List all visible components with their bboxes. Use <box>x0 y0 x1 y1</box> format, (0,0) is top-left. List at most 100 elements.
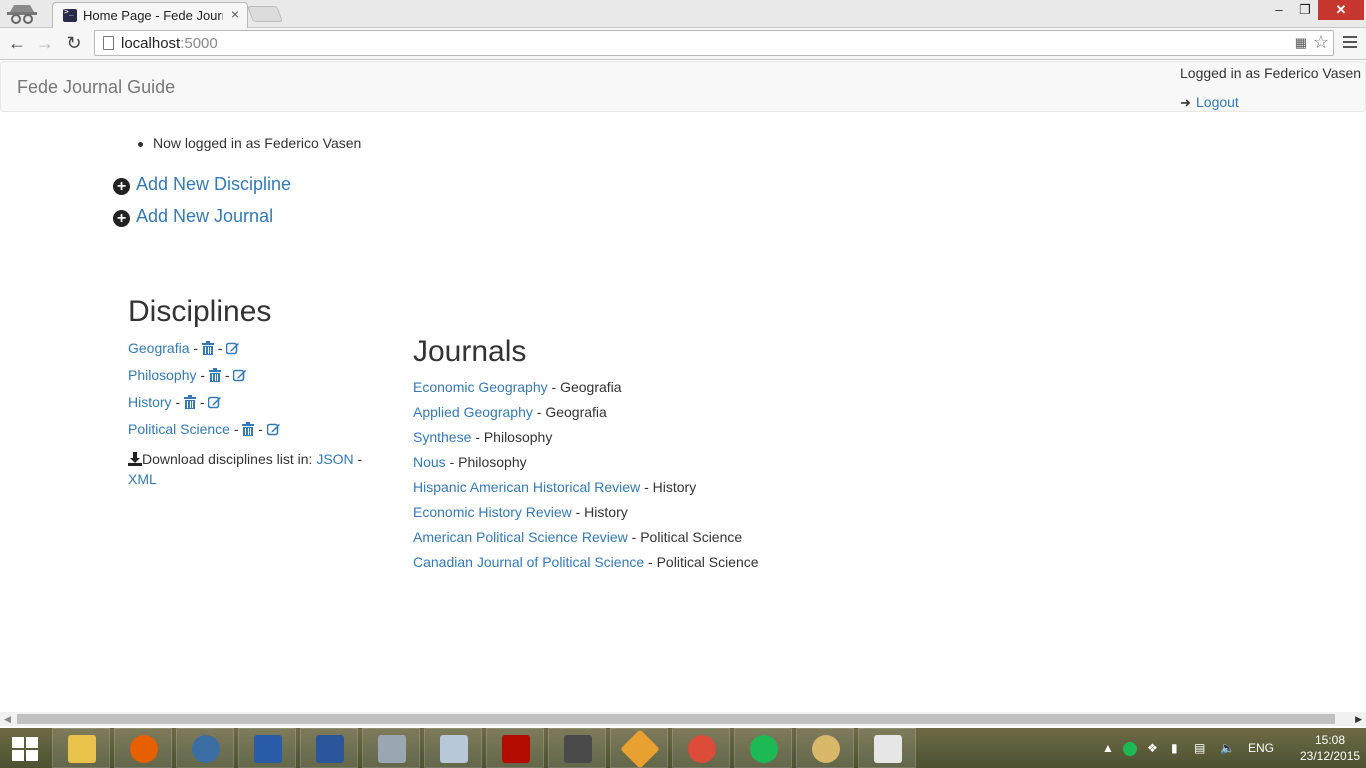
add-journal-label: Add New Journal <box>136 206 274 226</box>
file-explorer-icon[interactable] <box>52 728 110 768</box>
browser-tab-active[interactable]: Home Page - Fede Journal × <box>52 2 248 28</box>
journals-heading: Journals <box>413 335 527 368</box>
windows-taskbar: ▲ ❖ ▮ ▤ 🔈 ENG 15:08 23/12/2015 <box>0 728 1366 768</box>
download-icon <box>128 452 142 466</box>
journal-link[interactable]: Hispanic American Historical Review <box>413 479 640 495</box>
journal-link[interactable]: American Political Science Review <box>413 529 628 545</box>
writer-icon[interactable] <box>238 728 296 768</box>
edit-icon[interactable] <box>266 422 281 436</box>
bookmark-star-icon[interactable]: ☆ <box>1313 32 1329 53</box>
spotify-tray-icon[interactable] <box>1123 728 1137 768</box>
windows-start-icon[interactable] <box>12 737 38 761</box>
site-brand[interactable]: Fede Journal Guide <box>17 77 175 98</box>
maximize-button[interactable]: ❐ <box>1294 0 1316 20</box>
terminal-favicon-icon <box>63 9 77 22</box>
journal-link[interactable]: Applied Geography <box>413 404 533 420</box>
sync-tray-icon[interactable]: ❖ <box>1147 728 1158 768</box>
journal-link[interactable]: Canadian Journal of Political Science <box>413 554 644 570</box>
plus-circle-icon: + <box>113 210 130 227</box>
trash-icon[interactable] <box>184 395 197 409</box>
discipline-row: Philosophy - - <box>128 367 247 383</box>
clock-date: 23/12/2015 <box>1300 749 1361 763</box>
edit-icon[interactable] <box>208 395 222 409</box>
paint-icon[interactable] <box>796 728 854 768</box>
new-tab-button[interactable] <box>247 6 283 22</box>
discipline-link[interactable]: History <box>128 394 172 410</box>
flash-message: Now logged in as Federico Vasen <box>137 135 362 151</box>
journal-discipline: Political Science <box>656 554 759 570</box>
battery-icon[interactable]: ▮ <box>1171 728 1178 768</box>
edit-icon[interactable] <box>233 368 247 382</box>
url-text[interactable]: localhost:5000 <box>121 35 218 52</box>
firefox-icon[interactable] <box>114 728 172 768</box>
git-gui-icon[interactable] <box>610 728 668 768</box>
journal-row: Nous - Philosophy <box>413 454 527 470</box>
add-discipline-link[interactable]: + Add New Discipline <box>113 174 291 195</box>
translate-icon[interactable]: ▦ <box>1295 35 1307 51</box>
journal-discipline: Philosophy <box>483 429 553 445</box>
disciplines-heading: Disciplines <box>128 295 272 328</box>
journal-discipline: Geografia <box>545 404 607 420</box>
journal-row: Canadian Journal of Political Science - … <box>413 554 759 570</box>
trash-icon[interactable] <box>208 368 221 382</box>
edit-icon[interactable] <box>226 341 240 355</box>
browser-toolbar: ← → ↻ localhost:5000 ▦ ☆ <box>0 28 1366 60</box>
forward-arrow-icon[interactable]: → <box>33 31 57 55</box>
sublime-text-icon[interactable] <box>548 728 606 768</box>
journal-row: Economic Geography - Geografia <box>413 379 622 395</box>
journal-link[interactable]: Economic History Review <box>413 504 572 520</box>
discipline-link[interactable]: Philosophy <box>128 367 197 383</box>
taskbar-clock[interactable]: 15:08 23/12/2015 <box>1300 732 1360 764</box>
discipline-row: Political Science - - <box>128 421 281 437</box>
journal-link[interactable]: Nous <box>413 454 446 470</box>
spotify-icon[interactable] <box>734 728 792 768</box>
acrobat-icon[interactable] <box>486 728 544 768</box>
calculator-icon[interactable] <box>424 728 482 768</box>
journal-discipline: History <box>584 504 628 520</box>
close-window-button[interactable]: ✕ <box>1318 0 1364 20</box>
scrollbar-thumb[interactable] <box>17 714 1335 724</box>
browser-menu-icon[interactable] <box>1341 33 1359 53</box>
clock-time: 15:08 <box>1314 733 1346 747</box>
incognito-icon <box>7 5 37 24</box>
journal-row: Economic History Review - History <box>413 504 628 520</box>
journal-link[interactable]: Synthese <box>413 429 471 445</box>
journal-link[interactable]: Economic Geography <box>413 379 548 395</box>
add-discipline-label: Add New Discipline <box>136 174 292 194</box>
word-icon[interactable] <box>300 728 358 768</box>
site-navbar: Fede Journal Guide Logged in as Federico… <box>0 61 1366 112</box>
scroll-right-arrow-icon[interactable]: ▶ <box>1355 714 1362 725</box>
download-json-link[interactable]: JSON <box>316 451 353 467</box>
back-arrow-icon[interactable]: ← <box>5 31 29 55</box>
tray-overflow-icon[interactable]: ▲ <box>1102 728 1114 768</box>
trash-icon[interactable] <box>242 422 255 436</box>
journal-discipline: Philosophy <box>458 454 527 470</box>
download-xml-link[interactable]: XML <box>128 471 157 487</box>
thunderbird-icon[interactable] <box>176 728 234 768</box>
discipline-row: History - - <box>128 394 222 410</box>
journal-discipline: Geografia <box>560 379 622 395</box>
logout-label: Logout <box>1196 94 1239 110</box>
snipping-tool-icon[interactable] <box>858 728 916 768</box>
logged-in-text: Logged in as Federico Vasen <box>1180 65 1362 81</box>
logout-link[interactable]: ➜ Logout <box>1180 94 1239 111</box>
browser-tabstrip: Home Page - Fede Journal × – ❐ ✕ <box>0 0 1366 28</box>
add-journal-link[interactable]: + Add New Journal <box>113 206 273 227</box>
reload-icon[interactable]: ↻ <box>62 31 86 55</box>
tab-close-icon[interactable]: × <box>231 6 239 22</box>
discipline-link[interactable]: Political Science <box>128 421 230 437</box>
journal-row: Applied Geography - Geografia <box>413 404 607 420</box>
horizontal-scrollbar[interactable]: ◀ ▶ <box>0 712 1366 726</box>
task-manager-icon[interactable] <box>362 728 420 768</box>
minimize-button[interactable]: – <box>1268 0 1290 20</box>
language-indicator[interactable]: ENG <box>1248 728 1274 768</box>
discipline-link[interactable]: Geografia <box>128 340 189 356</box>
volume-icon[interactable]: 🔈 <box>1220 728 1235 768</box>
download-text: Download disciplines list in: <box>142 451 313 467</box>
download-disciplines: Download disciplines list in: JSON - XML <box>128 449 378 489</box>
address-bar[interactable]: localhost:5000 ▦ ☆ <box>94 30 1334 56</box>
chrome-icon[interactable] <box>672 728 730 768</box>
network-icon[interactable]: ▤ <box>1194 728 1205 768</box>
trash-icon[interactable] <box>201 341 214 355</box>
scroll-left-arrow-icon[interactable]: ◀ <box>4 714 11 725</box>
